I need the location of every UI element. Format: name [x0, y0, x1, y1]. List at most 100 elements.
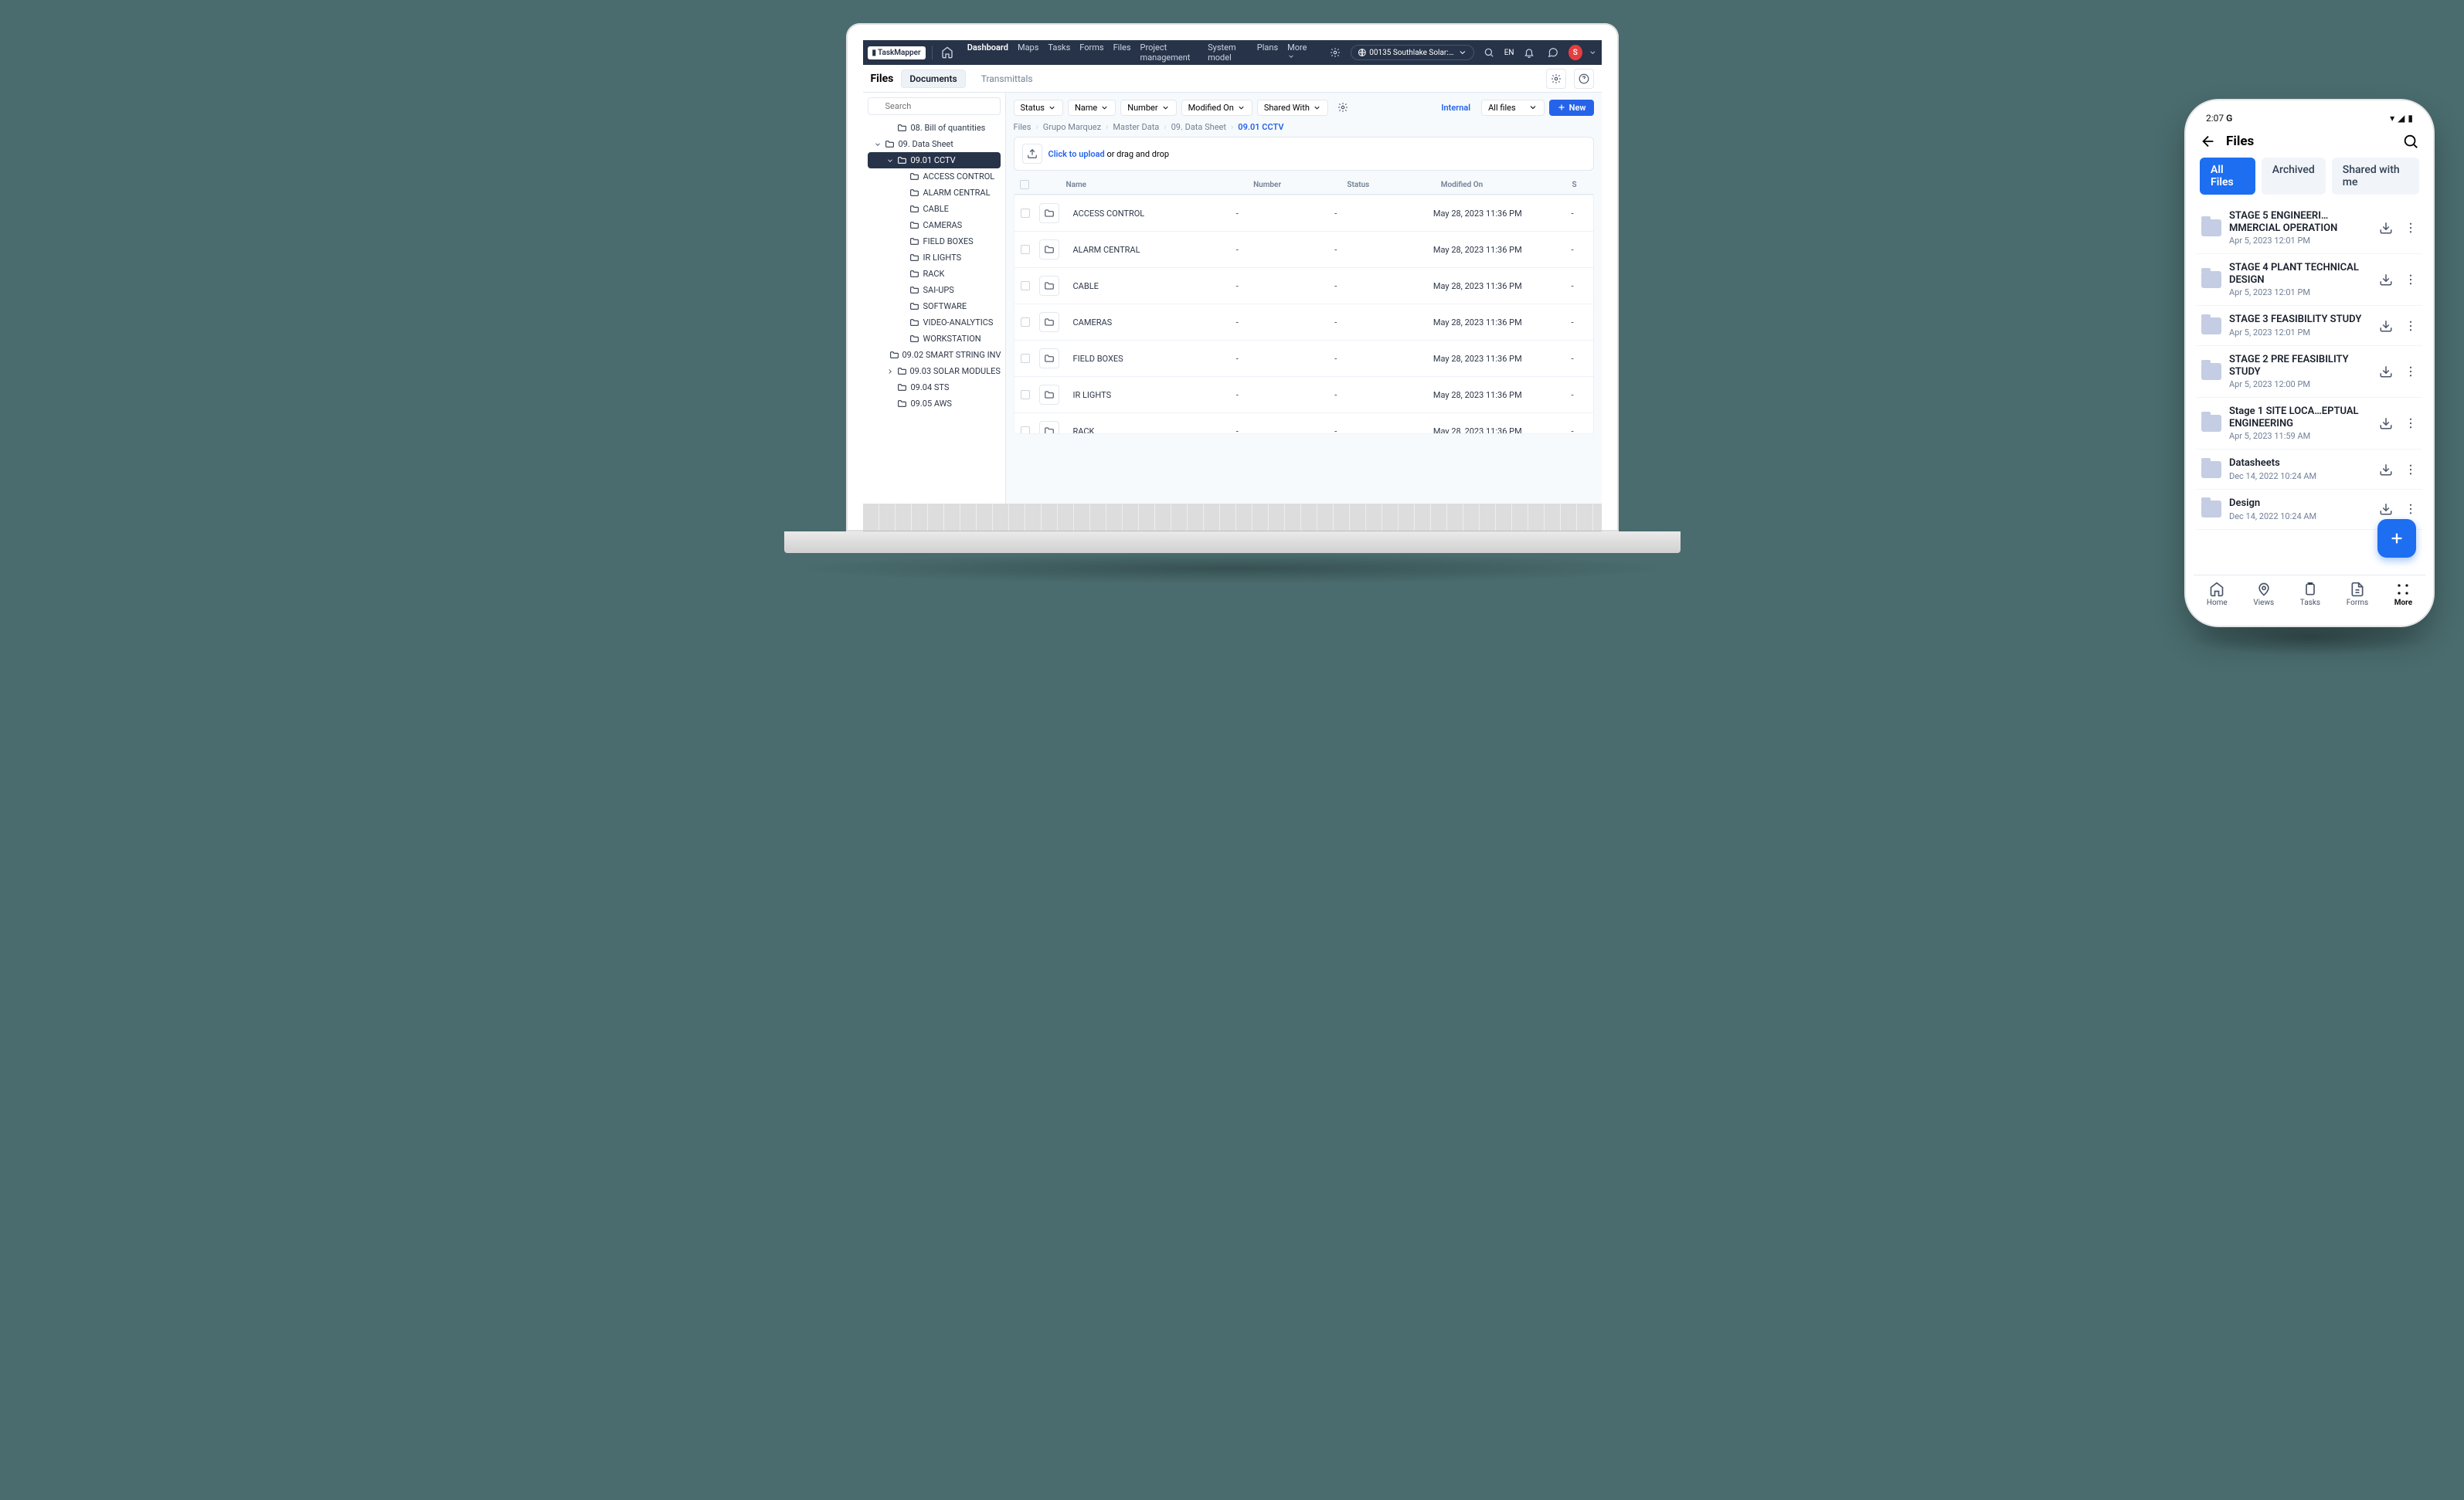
avatar[interactable]: S: [1568, 45, 1582, 60]
table-row[interactable]: FIELD BOXES - - May 28, 2023 11:36 PM -: [1014, 341, 1593, 377]
tree-item[interactable]: 09. Data Sheet: [868, 136, 1001, 152]
more-icon[interactable]: [2404, 221, 2418, 235]
col-name[interactable]: Name: [1038, 181, 1254, 189]
tree-item[interactable]: 09.02 SMART STRING INVE…: [868, 347, 1001, 363]
filter-shared-with[interactable]: Shared With: [1257, 100, 1328, 116]
filter-name[interactable]: Name: [1068, 100, 1116, 116]
row-checkbox[interactable]: [1021, 209, 1030, 218]
tree-item[interactable]: SAI-UPS: [868, 282, 1001, 298]
tree-item[interactable]: 09.04 STS: [868, 379, 1001, 395]
row-checkbox[interactable]: [1021, 354, 1030, 363]
row-checkbox[interactable]: [1021, 426, 1030, 434]
tree-item[interactable]: 09.03 SOLAR MODULES: [868, 363, 1001, 379]
table-row[interactable]: CAMERAS - - May 28, 2023 11:36 PM -: [1014, 304, 1593, 341]
bell-icon[interactable]: [1521, 42, 1538, 63]
bottomnav-views[interactable]: Views: [2253, 582, 2274, 607]
tree-item[interactable]: RACK: [868, 266, 1001, 282]
table-row[interactable]: CABLE - - May 28, 2023 11:36 PM -: [1014, 268, 1593, 304]
file-list-item[interactable]: STAGE 2 PRE FEASIBILITY STUDY Apr 5, 202…: [2197, 346, 2422, 398]
tree-item[interactable]: WORKSTATION: [868, 331, 1001, 347]
filter-modified-on[interactable]: Modified On: [1181, 100, 1252, 116]
breadcrumb-item[interactable]: Files: [1014, 122, 1031, 132]
table-row[interactable]: IR LIGHTS - - May 28, 2023 11:36 PM -: [1014, 377, 1593, 413]
upload-dropzone[interactable]: Click to upload or drag and drop: [1014, 137, 1594, 171]
nav-files[interactable]: Files: [1109, 42, 1136, 63]
bottomnav-more[interactable]: More: [2394, 582, 2412, 607]
table-row[interactable]: ACCESS CONTROL - - May 28, 2023 11:36 PM…: [1014, 195, 1593, 232]
download-icon[interactable]: [2379, 319, 2393, 333]
col-status[interactable]: Status: [1347, 181, 1440, 189]
breadcrumb-item[interactable]: 09. Data Sheet: [1171, 122, 1226, 132]
more-icon[interactable]: [2404, 273, 2418, 287]
file-list-item[interactable]: STAGE 5 ENGINEERI…MMERCIAL OPERATION Apr…: [2197, 202, 2422, 254]
download-icon[interactable]: [2379, 463, 2393, 477]
tree-item[interactable]: FIELD BOXES: [868, 233, 1001, 249]
search-icon[interactable]: [2402, 133, 2419, 150]
fab-add-button[interactable]: [2377, 519, 2416, 558]
internal-toggle[interactable]: Internal: [1435, 100, 1477, 115]
nav-system-model[interactable]: System model: [1203, 42, 1252, 63]
tree-item[interactable]: 08. Bill of quantities: [868, 120, 1001, 136]
download-icon[interactable]: [2379, 416, 2393, 430]
row-checkbox[interactable]: [1021, 390, 1030, 399]
download-icon[interactable]: [2379, 221, 2393, 235]
tree-item[interactable]: ALARM CENTRAL: [868, 185, 1001, 201]
col-s[interactable]: S: [1572, 181, 1588, 189]
row-checkbox[interactable]: [1021, 317, 1030, 327]
tree-item[interactable]: ACCESS CONTROL: [868, 168, 1001, 185]
gear-icon[interactable]: [1326, 42, 1344, 63]
select-all-checkbox[interactable]: [1020, 180, 1029, 189]
bottomnav-forms[interactable]: Forms: [2347, 582, 2368, 607]
more-icon[interactable]: [2404, 463, 2418, 477]
table-row[interactable]: ALARM CENTRAL - - May 28, 2023 11:36 PM …: [1014, 232, 1593, 268]
home-icon[interactable]: [939, 42, 957, 63]
more-icon[interactable]: [2404, 365, 2418, 378]
sidebar-search-input[interactable]: [868, 97, 1001, 115]
nav-plans[interactable]: Plans: [1252, 42, 1283, 63]
breadcrumb-item[interactable]: Grupo Marquez: [1043, 122, 1101, 132]
chat-icon[interactable]: [1545, 42, 1562, 63]
nav-more[interactable]: More: [1283, 42, 1314, 63]
download-icon[interactable]: [2379, 502, 2393, 516]
col-modified[interactable]: Modified On: [1441, 181, 1572, 189]
tab-transmittals[interactable]: Transmittals: [974, 70, 1041, 87]
more-icon[interactable]: [2404, 502, 2418, 516]
bottomnav-tasks[interactable]: Tasks: [2300, 582, 2320, 607]
breadcrumb-item[interactable]: 09.01 CCTV: [1238, 122, 1283, 132]
project-selector[interactable]: 00135 Southlake Solar: ...: [1351, 45, 1474, 60]
tree-item[interactable]: CABLE: [868, 201, 1001, 217]
bottomnav-home[interactable]: Home: [2207, 582, 2228, 607]
table-row[interactable]: RACK - - May 28, 2023 11:36 PM -: [1014, 413, 1593, 434]
tree-item[interactable]: SOFTWARE: [868, 298, 1001, 314]
file-list-item[interactable]: Stage 1 SITE LOCA…EPTUAL ENGINEERING Apr…: [2197, 398, 2422, 450]
help-button[interactable]: [1574, 69, 1594, 89]
download-icon[interactable]: [2379, 365, 2393, 378]
nav-dashboard[interactable]: Dashboard: [963, 42, 1013, 63]
col-number[interactable]: Number: [1253, 181, 1347, 189]
more-icon[interactable]: [2404, 416, 2418, 430]
back-icon[interactable]: [2200, 133, 2217, 150]
view-filter-select[interactable]: All files: [1481, 100, 1545, 116]
nav-tasks[interactable]: Tasks: [1043, 42, 1075, 63]
nav-project-management[interactable]: Project management: [1136, 42, 1204, 63]
filter-number[interactable]: Number: [1120, 100, 1176, 116]
file-list-item[interactable]: STAGE 4 PLANT TECHNICAL DESIGN Apr 5, 20…: [2197, 254, 2422, 306]
nav-maps[interactable]: Maps: [1013, 42, 1043, 63]
tree-item[interactable]: 09.01 CCTV: [868, 152, 1001, 168]
row-checkbox[interactable]: [1021, 281, 1030, 290]
tree-item[interactable]: IR LIGHTS: [868, 249, 1001, 266]
file-list-item[interactable]: STAGE 3 FEASIBILITY STUDY Apr 5, 2023 12…: [2197, 306, 2422, 346]
tab-documents[interactable]: Documents: [901, 70, 965, 88]
settings-button[interactable]: [1546, 69, 1566, 89]
new-button[interactable]: New: [1549, 100, 1594, 116]
chevron-down-icon[interactable]: [1589, 48, 1597, 57]
download-icon[interactable]: [2379, 273, 2393, 287]
phone-tab-archived[interactable]: Archived: [2262, 158, 2326, 195]
language-switch[interactable]: EN: [1504, 49, 1514, 57]
filter-settings-button[interactable]: [1333, 97, 1353, 117]
phone-tab-all-files[interactable]: All Files: [2200, 158, 2255, 195]
tree-item[interactable]: 09.05 AWS: [868, 395, 1001, 412]
nav-forms[interactable]: Forms: [1075, 42, 1108, 63]
tree-item[interactable]: VIDEO-ANALYTICS: [868, 314, 1001, 331]
row-checkbox[interactable]: [1021, 245, 1030, 254]
